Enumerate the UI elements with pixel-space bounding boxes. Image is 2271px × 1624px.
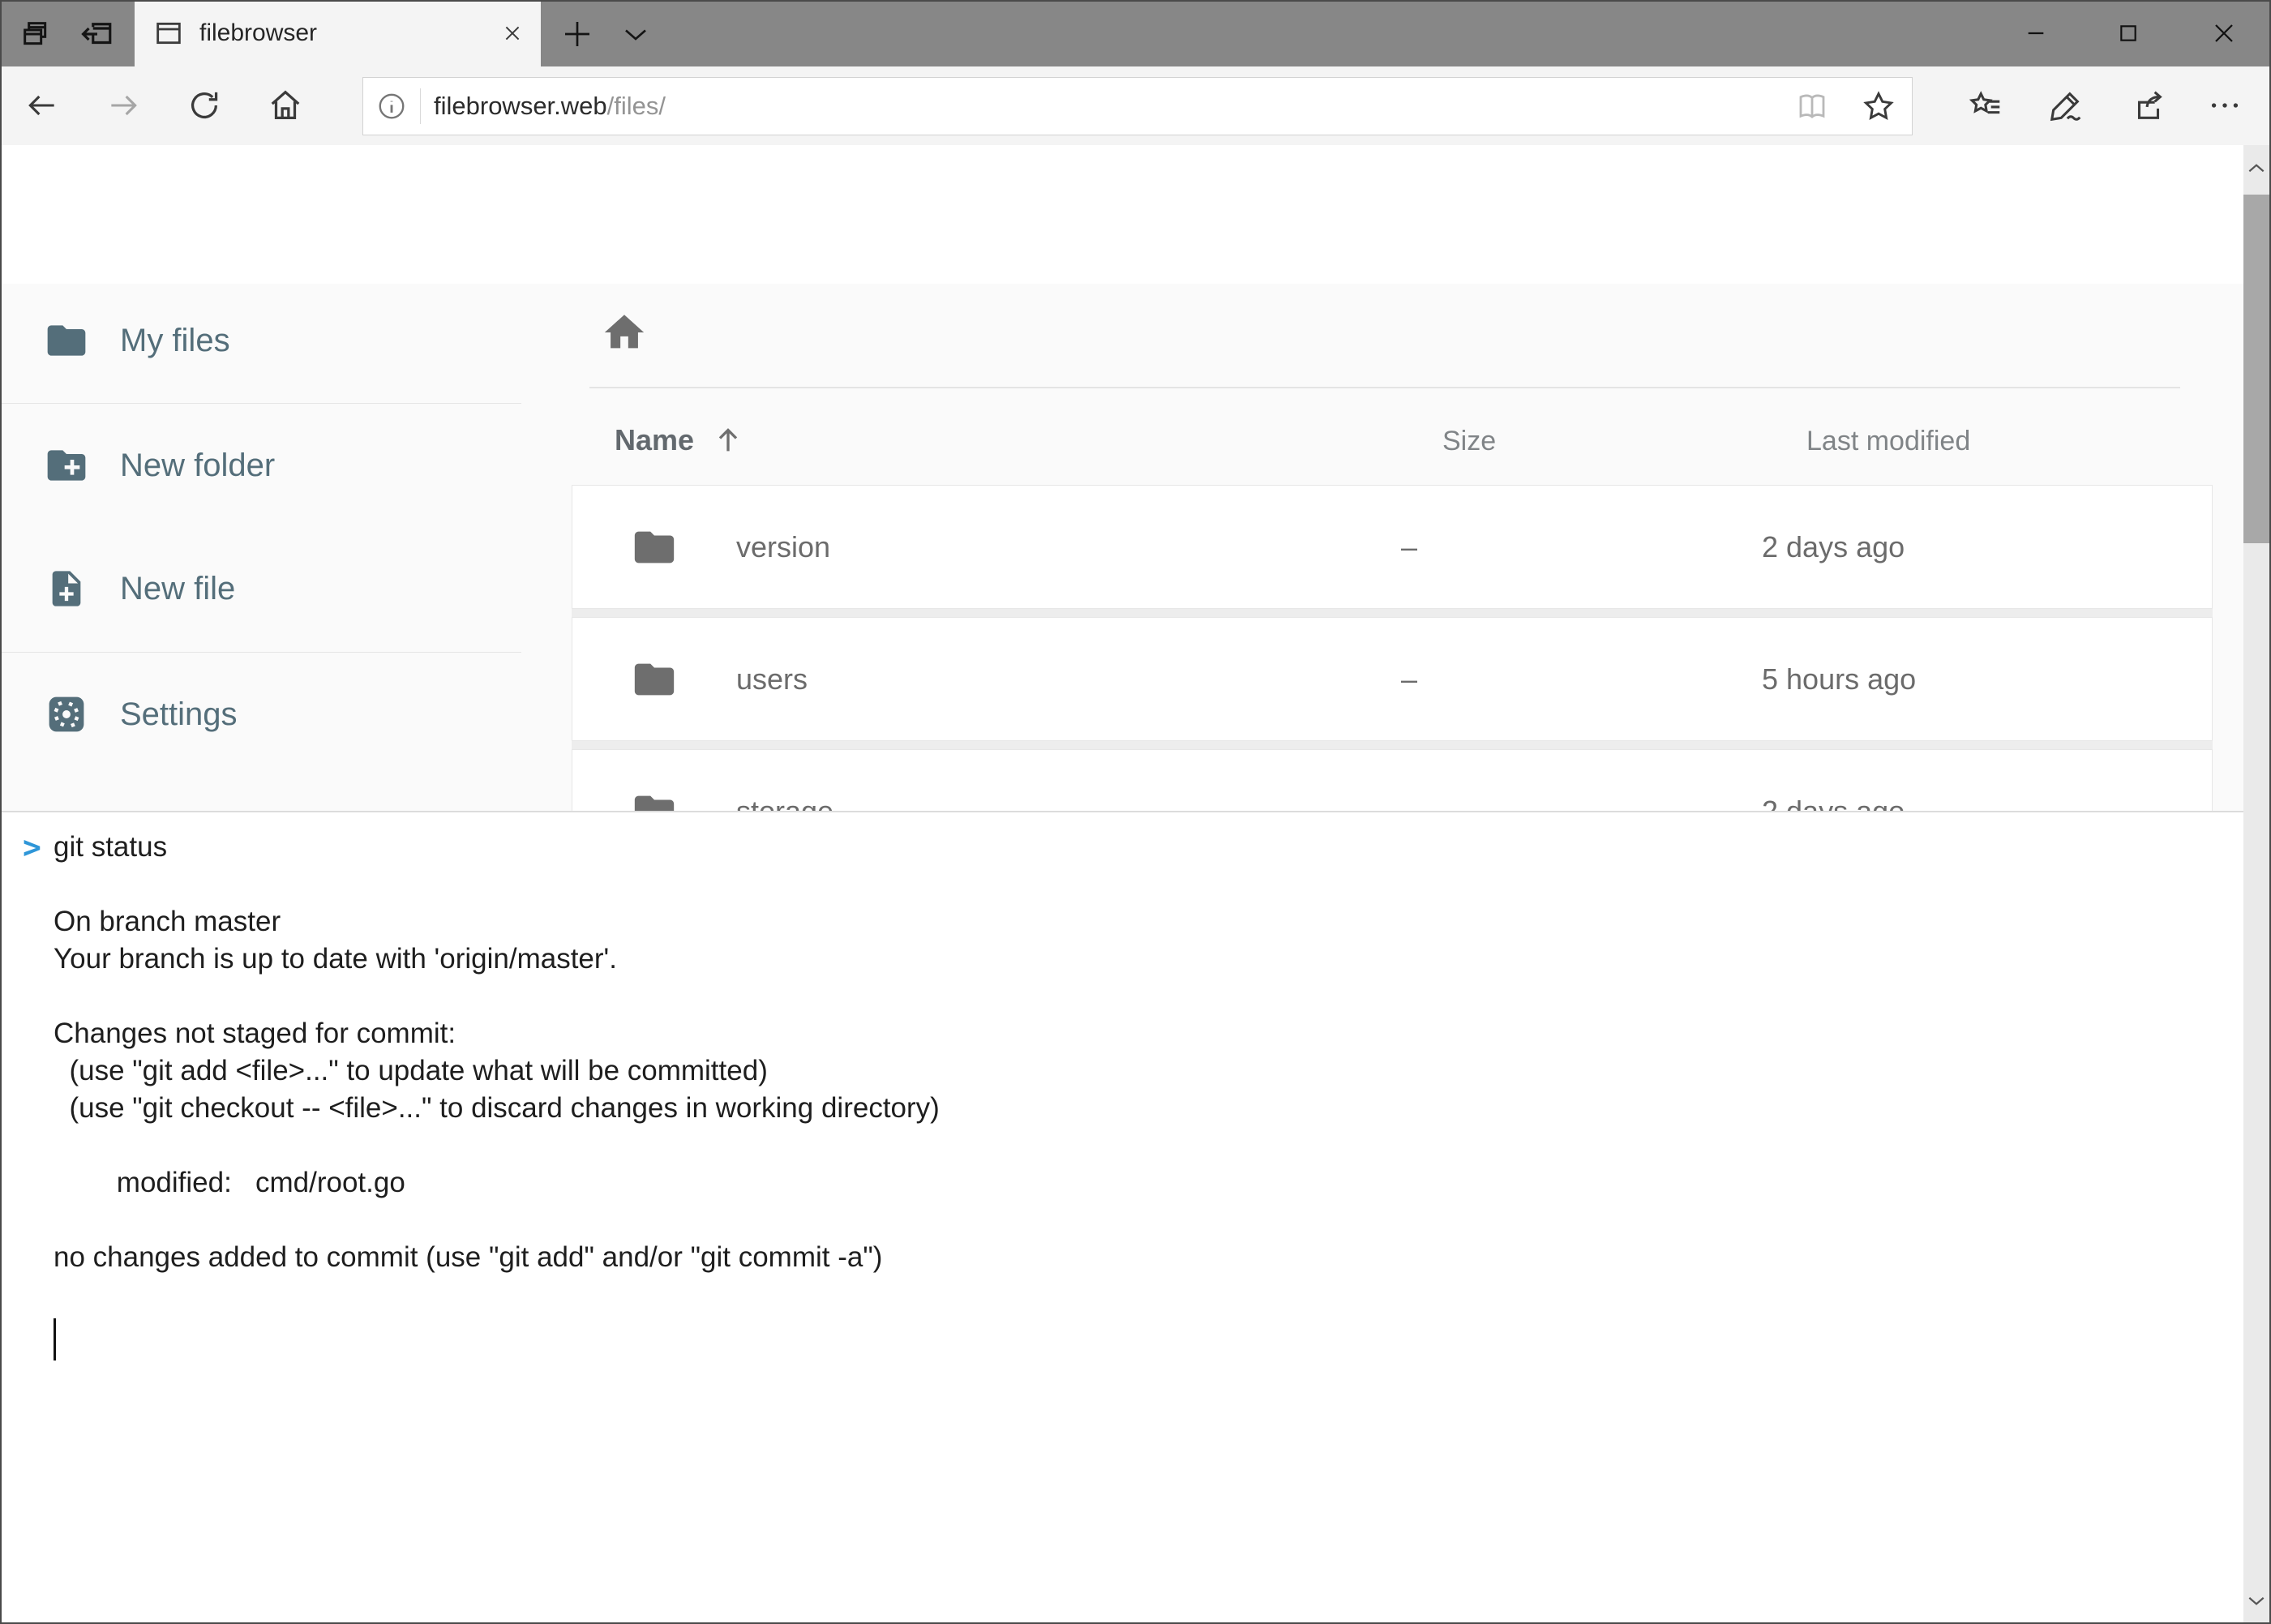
window-close-button[interactable]: [2197, 6, 2251, 60]
file-modified: 5 hours ago: [1762, 662, 1916, 696]
terminal-line: [54, 866, 2080, 903]
terminal-line: [54, 1127, 2080, 1164]
home-icon[interactable]: [258, 78, 313, 133]
sidebar-item-label: New folder: [120, 448, 275, 484]
file-name: version: [736, 530, 1401, 564]
folder-icon: [629, 786, 679, 812]
file-modified: 2 days ago: [1762, 530, 1905, 564]
forward-icon[interactable]: [96, 78, 151, 133]
sidebar: My files New folder New file: [0, 284, 521, 811]
url-path: /files/: [607, 92, 666, 120]
refresh-icon[interactable]: [177, 78, 232, 133]
window-maximize-button[interactable]: [2102, 6, 2155, 60]
url-text: filebrowser.web/files/: [434, 92, 1779, 121]
file-name: storage: [736, 795, 1401, 812]
terminal-line: [54, 1202, 2080, 1239]
url-separator: [420, 88, 421, 124]
file-modified: 2 days ago: [1762, 795, 1905, 812]
terminal-line: no changes added to commit (use "git add…: [54, 1239, 2080, 1276]
folder-plus-icon: [42, 441, 91, 490]
page-favicon-icon: [152, 17, 185, 49]
terminal-line: [54, 1276, 2080, 1313]
tab-close-icon[interactable]: [491, 11, 534, 55]
listing-divider: [589, 387, 2180, 388]
sidebar-item-new-folder[interactable]: New folder: [0, 417, 521, 514]
table-row-version[interactable]: version – 2 days ago: [572, 485, 2213, 609]
browser-window: filebrowser: [0, 0, 2271, 1624]
sidebar-divider: [0, 652, 521, 653]
terminal-line: (use "git checkout -- <file>..." to disc…: [54, 1090, 2080, 1127]
gear-icon: [42, 690, 91, 739]
file-rows: version – 2 days ago users – 5 hours ago…: [572, 485, 2213, 811]
page-info-icon[interactable]: [363, 78, 420, 135]
scroll-up-icon[interactable]: [2243, 145, 2269, 192]
terminal-output: On branch master Your branch is up to da…: [54, 866, 2080, 1313]
address-bar[interactable]: filebrowser.web/files/: [362, 77, 1913, 135]
file-name: users: [736, 662, 1401, 696]
tab-preview-icon[interactable]: [13, 11, 58, 57]
table-row-users[interactable]: users – 5 hours ago: [572, 617, 2213, 741]
browser-toolbar: filebrowser.web/files/: [0, 66, 2271, 146]
sidebar-item-new-file[interactable]: New file: [0, 540, 521, 637]
tab-bar: filebrowser: [0, 0, 2271, 66]
page-scrollbar[interactable]: [2243, 145, 2269, 1624]
file-size: –: [1401, 795, 1762, 812]
terminal-line: Changes not staged for commit:: [54, 1015, 2080, 1052]
share-icon[interactable]: [2119, 78, 2178, 133]
window-minimize-button[interactable]: [2009, 6, 2063, 60]
terminal-prompt-chevron: >: [23, 829, 41, 866]
tab-list-chevron-icon[interactable]: [613, 11, 658, 57]
folder-icon: [629, 654, 679, 705]
favorites-list-icon[interactable]: [1956, 78, 2015, 133]
annotate-pen-icon[interactable]: [2037, 78, 2095, 133]
name-header-label: Name: [615, 423, 694, 457]
file-listing: Name Size Last modified version – 2 days…: [521, 284, 2243, 811]
scroll-down-icon[interactable]: [2243, 1577, 2269, 1624]
sidebar-item-label: My files: [120, 323, 230, 359]
table-header: Name Size Last modified: [521, 405, 2243, 483]
sort-ascending-icon: [712, 424, 744, 456]
column-header-name[interactable]: Name: [615, 423, 744, 457]
reading-view-icon[interactable]: [1779, 78, 1845, 135]
terminal-line: modified: cmd/root.go: [54, 1164, 2080, 1202]
table-row-storage[interactable]: storage – 2 days ago: [572, 749, 2213, 811]
url-host: filebrowser.web: [434, 92, 607, 120]
terminal-line: [54, 978, 2080, 1015]
column-header-modified[interactable]: Last modified: [1806, 426, 1970, 457]
terminal-line: On branch master: [54, 903, 2080, 941]
back-icon[interactable]: [15, 78, 70, 133]
file-plus-icon: [42, 564, 91, 613]
more-ellipsis-icon[interactable]: [2196, 78, 2254, 133]
sidebar-divider: [0, 403, 521, 404]
file-size: –: [1401, 662, 1762, 696]
folder-icon: [629, 522, 679, 572]
sidebar-item-label: Settings: [120, 696, 238, 733]
terminal-line: (use "git add <file>..." to update what …: [54, 1052, 2080, 1090]
folder-icon: [42, 316, 91, 365]
breadcrumb-home-icon[interactable]: [600, 308, 649, 357]
set-tabs-aside-icon[interactable]: [75, 11, 120, 57]
terminal-line: Your branch is up to date with 'origin/m…: [54, 941, 2080, 978]
terminal-cursor: [54, 1318, 56, 1360]
tab-title: filebrowser: [199, 19, 491, 47]
sidebar-item-label: New file: [120, 571, 235, 607]
favorite-star-icon[interactable]: [1845, 78, 1912, 135]
sidebar-item-my-files[interactable]: My files: [0, 292, 521, 389]
scrollbar-thumb[interactable]: [2243, 195, 2269, 543]
terminal-command: git status: [54, 829, 167, 866]
column-header-size[interactable]: Size: [1442, 426, 1496, 457]
new-tab-button[interactable]: [555, 11, 600, 57]
file-size: –: [1401, 530, 1762, 564]
filebrowser-header: [0, 145, 2243, 284]
browser-tab[interactable]: filebrowser: [135, 0, 541, 66]
sidebar-item-settings[interactable]: Settings: [0, 666, 521, 763]
